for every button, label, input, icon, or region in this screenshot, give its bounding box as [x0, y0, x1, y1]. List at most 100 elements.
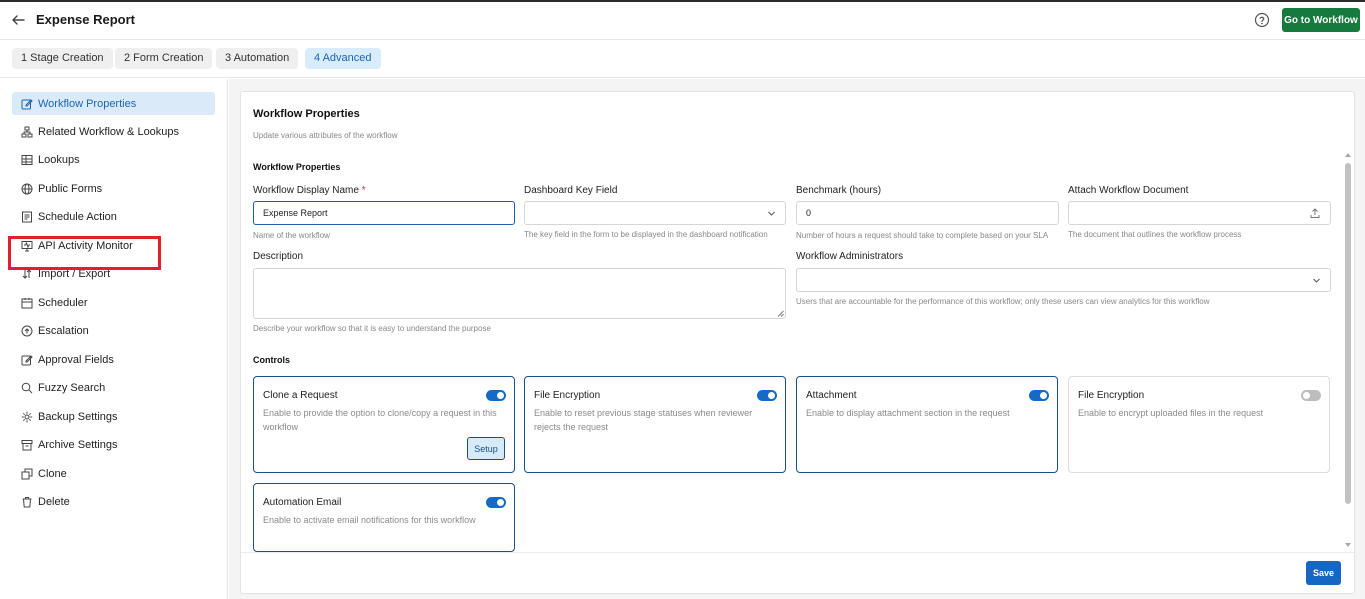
scroll-down-icon[interactable]	[1344, 542, 1352, 548]
sidebar-item-label: Lookups	[38, 153, 80, 166]
benchmark-hint: Number of hours a request should take to…	[796, 231, 1049, 240]
help-icon[interactable]	[1254, 12, 1270, 28]
sidebar-item-label: Clone	[38, 467, 67, 480]
automation-email-toggle[interactable]	[486, 497, 506, 508]
controls-title: Controls	[253, 355, 290, 365]
edit-icon	[21, 354, 33, 365]
control-card-automation-email: Automation Email Enable to activate emai…	[253, 483, 515, 552]
tab-automation[interactable]: 3 Automation	[216, 48, 299, 69]
sidebar-item-backup-settings[interactable]: Backup Settings	[12, 405, 215, 428]
globe-icon	[21, 183, 33, 194]
card-title: Workflow Properties	[253, 108, 360, 120]
benchmark-label: Benchmark (hours)	[796, 185, 882, 196]
administrators-select[interactable]	[796, 268, 1331, 292]
sidebar-item-schedule-action[interactable]: Schedule Action	[12, 205, 215, 228]
attachment-toggle[interactable]	[1029, 390, 1049, 401]
control-title: Automation Email	[263, 497, 342, 508]
escalation-icon	[21, 325, 33, 336]
gear-icon	[21, 411, 33, 422]
control-title: File Encryption	[534, 390, 601, 401]
upload-icon[interactable]	[1309, 207, 1321, 219]
section-title: Workflow Properties	[253, 162, 341, 172]
description-label: Description	[253, 251, 304, 262]
chevron-down-icon	[1313, 278, 1320, 283]
control-card-attachment: Attachment Enable to display attachment …	[796, 376, 1058, 473]
description-textarea[interactable]	[253, 268, 786, 319]
sidebar-item-workflow-properties[interactable]: Workflow Properties	[12, 92, 215, 115]
control-description: Enable to provide the option to clone/co…	[263, 408, 497, 432]
setup-button[interactable]: Setup	[467, 437, 505, 460]
sidebar-item-label: Approval Fields	[38, 353, 114, 366]
display-name-label: Workflow Display Name *	[253, 185, 366, 196]
trash-icon	[22, 496, 32, 507]
sidebar-item-fuzzy-search[interactable]: Fuzzy Search	[12, 376, 215, 399]
attach-document-label: Attach Workflow Document	[1068, 185, 1189, 196]
dashboard-key-hint: The key field in the form to be displaye…	[524, 230, 768, 239]
tab-advanced[interactable]: 4 Advanced	[305, 48, 381, 69]
sidebar-item-archive-settings[interactable]: Archive Settings	[12, 433, 215, 456]
sidebar-item-escalation[interactable]: Escalation	[12, 319, 215, 342]
encrypt-uploads-toggle[interactable]	[1301, 390, 1321, 401]
sidebar-item-label: Public Forms	[38, 182, 103, 195]
sidebar-item-label: Backup Settings	[38, 410, 118, 423]
attach-document-input[interactable]	[1068, 201, 1331, 225]
archive-icon	[21, 439, 33, 450]
sidebar-item-public-forms[interactable]: Public Forms	[12, 177, 215, 200]
benchmark-input[interactable]: 0	[796, 201, 1059, 225]
chevron-down-icon	[768, 211, 775, 216]
edit-icon	[21, 98, 33, 109]
card-subtitle: Update various attributes of the workflo…	[253, 131, 398, 140]
control-description: Enable to display attachment section in …	[806, 408, 1010, 418]
tab-stage-creation[interactable]: 1 Stage Creation	[12, 48, 113, 69]
sidebar-item-label: Archive Settings	[38, 438, 118, 451]
scroll-up-icon[interactable]	[1344, 152, 1352, 158]
clone-request-toggle[interactable]	[486, 390, 506, 401]
control-description: Enable to encrypt uploaded files in the …	[1078, 408, 1264, 418]
dashboard-key-label: Dashboard Key Field	[524, 185, 618, 196]
sidebar-item-clone[interactable]: Clone	[12, 462, 215, 485]
dashboard-key-select[interactable]	[524, 201, 786, 225]
sidebar-item-label: Escalation	[38, 324, 89, 337]
copy-icon	[21, 468, 33, 479]
control-title: Attachment	[806, 390, 857, 401]
step-tabs: 1 Stage Creation 2 Form Creation 3 Autom…	[0, 40, 1365, 78]
tab-form-creation[interactable]: 2 Form Creation	[115, 48, 213, 69]
attach-document-hint: The document that outlines the workflow …	[1068, 230, 1242, 239]
control-card-clone-request: Clone a Request Enable to provide the op…	[253, 376, 515, 473]
sidebar-item-related-workflow[interactable]: Related Workflow & Lookups	[12, 120, 215, 143]
hierarchy-icon	[21, 126, 33, 137]
control-card-file-encryption: File Encryption Enable to reset previous…	[524, 376, 786, 473]
search-icon	[21, 382, 33, 393]
sidebar-item-delete[interactable]: Delete	[12, 490, 215, 513]
control-title: Clone a Request	[263, 390, 338, 401]
administrators-label: Workflow Administrators	[796, 251, 904, 262]
footer-divider	[241, 552, 1354, 553]
sidebar-item-label: Scheduler	[38, 296, 88, 309]
display-name-input[interactable]: Expense Report	[253, 201, 515, 225]
sidebar-item-label: Schedule Action	[38, 210, 117, 223]
resize-handle-icon[interactable]	[777, 310, 784, 317]
app-header: Expense Report Go to Workflow	[0, 2, 1365, 40]
go-to-workflow-button[interactable]: Go to Workflow	[1282, 8, 1360, 32]
file-encryption-toggle[interactable]	[757, 390, 777, 401]
control-description: Enable to activate email notifications f…	[263, 515, 476, 525]
sidebar-item-label: Related Workflow & Lookups	[38, 125, 180, 138]
sidebar-item-lookups[interactable]: Lookups	[12, 148, 215, 171]
escalation-highlight-box	[8, 236, 161, 270]
back-arrow-icon[interactable]	[10, 12, 26, 28]
control-description: Enable to reset previous stage statuses …	[534, 408, 753, 432]
display-name-hint: Name of the workflow	[253, 231, 330, 240]
sidebar-item-approval-fields[interactable]: Approval Fields	[12, 348, 215, 371]
document-icon	[22, 211, 32, 222]
sidebar-item-label: Delete	[38, 495, 70, 508]
control-title: File Encryption	[1078, 390, 1145, 401]
sidebar-item-scheduler[interactable]: Scheduler	[12, 291, 215, 314]
calendar-icon	[21, 297, 33, 308]
save-button[interactable]: Save	[1306, 561, 1341, 585]
table-icon	[21, 154, 33, 165]
control-card-file-encryption-upload: File Encryption Enable to encrypt upload…	[1068, 376, 1330, 473]
page-title: Expense Report	[36, 12, 135, 27]
sidebar-item-label: Fuzzy Search	[38, 381, 106, 394]
administrators-hint: Users that are accountable for the perfo…	[796, 297, 1210, 306]
scrollbar-thumb[interactable]	[1345, 163, 1351, 504]
